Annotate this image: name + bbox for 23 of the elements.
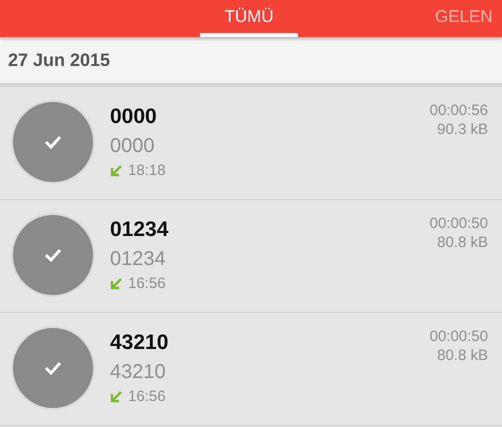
call-time: 16:56 (128, 275, 166, 292)
call-time: 16:56 (128, 388, 166, 405)
file-size: 90.3 kB (437, 120, 488, 139)
caller-number: 0000 (110, 135, 154, 157)
call-duration: 00:00:50 (430, 214, 488, 233)
caller-name: 43210 (110, 331, 168, 354)
call-duration: 00:00:56 (430, 101, 488, 120)
file-size: 80.8 kB (437, 233, 488, 252)
call-arrow-icon (110, 278, 122, 290)
caller-name: 0000 (110, 105, 157, 128)
check-icon (44, 361, 62, 375)
call-arrow-icon (110, 390, 122, 402)
caller-name: 01234 (110, 218, 168, 241)
tab[interactable]: GELEN (435, 0, 502, 37)
call-duration: 00:00:50 (430, 327, 488, 346)
call-arrow-icon (110, 164, 122, 176)
caller-number: 43210 (110, 361, 166, 383)
check-icon (44, 248, 62, 262)
call-time: 18:18 (128, 162, 166, 179)
check-icon (44, 135, 62, 149)
caller-number: 01234 (110, 248, 166, 270)
date-header: 27 Jun 2015 (8, 50, 110, 70)
file-size: 80.8 kB (437, 346, 488, 365)
